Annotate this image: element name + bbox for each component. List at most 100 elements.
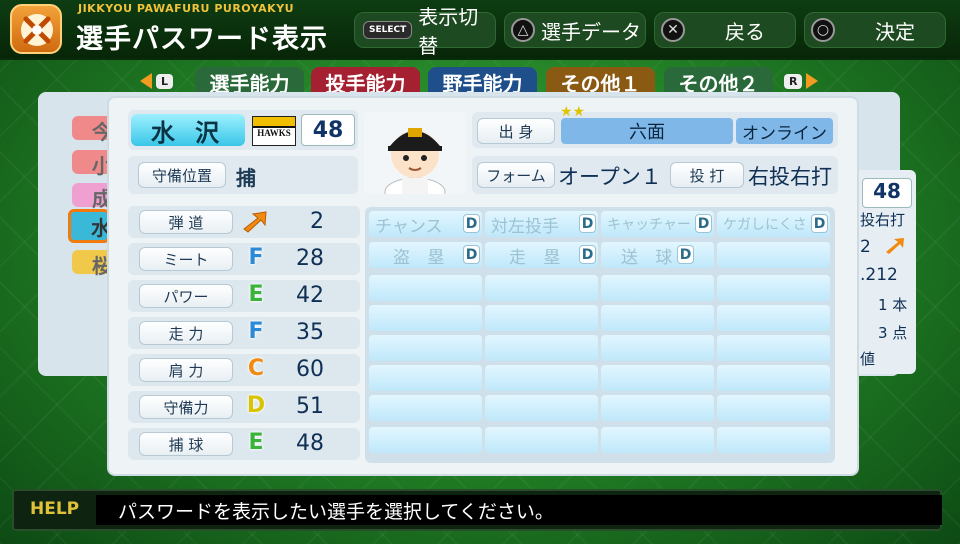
ability-cell-empty[interactable] bbox=[485, 365, 598, 391]
team-logo: HAWKS bbox=[252, 116, 296, 146]
ability-cell-empty[interactable] bbox=[717, 275, 830, 301]
stat-label: 捕 球 bbox=[139, 432, 233, 456]
ability-cell-empty[interactable] bbox=[717, 395, 830, 421]
ability-cell-empty[interactable] bbox=[601, 365, 714, 391]
help-label: HELP bbox=[30, 499, 80, 519]
summary-misc: 値 bbox=[860, 350, 876, 368]
ability-cell-empty[interactable] bbox=[485, 335, 598, 361]
select-key-icon: SELECT bbox=[363, 21, 413, 39]
stat-value: 42 bbox=[296, 283, 324, 308]
stat-row-fielding: 守備力 D 51 bbox=[128, 391, 360, 423]
toggle-display-label: 表示切替 bbox=[418, 5, 479, 58]
ability-grade: D bbox=[811, 214, 828, 233]
ability-cell-empty[interactable] bbox=[717, 305, 830, 331]
player-list-item[interactable]: 小 bbox=[72, 150, 114, 178]
team-logo-text: HAWKS bbox=[257, 128, 291, 138]
ability-label: 対左投手 bbox=[491, 216, 559, 237]
triangle-button-icon: △ bbox=[511, 18, 535, 42]
page-title: 選手パスワード表示 bbox=[76, 24, 328, 55]
stat-row-trajectory: 弾 道 2 bbox=[128, 206, 360, 238]
left-arrow-icon bbox=[140, 73, 152, 89]
ability-cell[interactable]: 盗 塁 D bbox=[369, 242, 482, 268]
ability-grade: D bbox=[463, 245, 480, 264]
back-button[interactable]: ✕ 戻る bbox=[654, 12, 796, 48]
summary-throw-bat: 投右打 bbox=[860, 211, 906, 229]
ability-label: キャッチャー bbox=[607, 217, 691, 233]
ability-cell-empty[interactable] bbox=[717, 335, 830, 361]
ability-grade: D bbox=[463, 214, 480, 233]
stat-grade: F bbox=[248, 319, 264, 344]
ability-cell-empty[interactable] bbox=[369, 335, 482, 361]
ability-cell[interactable]: 送 球 D bbox=[601, 242, 714, 268]
ability-cell-empty[interactable] bbox=[717, 427, 830, 453]
stat-grade: E bbox=[248, 282, 264, 307]
ability-cell[interactable]: 対左投手 D bbox=[485, 211, 598, 237]
ability-grade: D bbox=[579, 245, 596, 264]
stat-row-contact: ミート F 28 bbox=[128, 243, 360, 275]
player-name: 水 沢 bbox=[131, 114, 245, 147]
ability-cell-empty[interactable] bbox=[369, 365, 482, 391]
stat-row-catching: 捕 球 E 48 bbox=[128, 428, 360, 460]
circle-button-icon: ○ bbox=[811, 18, 835, 42]
ability-cell-empty[interactable] bbox=[717, 242, 830, 268]
header-subtitle: JIKKYOU PAWAFURU PUROYAKYU bbox=[78, 2, 295, 15]
ability-cell-empty[interactable] bbox=[369, 275, 482, 301]
ability-cell-empty[interactable] bbox=[369, 305, 482, 331]
right-arrow-icon bbox=[806, 73, 819, 89]
uniform-number: 48 bbox=[301, 114, 355, 146]
ability-cell-empty[interactable] bbox=[485, 275, 598, 301]
stat-grade: C bbox=[247, 356, 265, 381]
ability-cell-empty[interactable] bbox=[369, 395, 482, 421]
ability-label: チャンス bbox=[375, 216, 443, 237]
ability-label: ケガしにくさ bbox=[723, 217, 807, 233]
summary-number: 48 bbox=[862, 178, 912, 208]
special-ability-grid: チャンス D 対左投手 D キャッチャー D ケガしにくさ D 盗 塁 D 走 … bbox=[365, 207, 835, 463]
ability-cell-empty[interactable] bbox=[601, 305, 714, 331]
stat-row-power: パワー E 42 bbox=[128, 280, 360, 312]
stat-label: 肩 力 bbox=[139, 358, 233, 382]
r-key-icon: R bbox=[784, 73, 803, 89]
position-value: 捕 bbox=[236, 166, 256, 190]
birthplace-label: 出 身 bbox=[477, 118, 555, 144]
ability-cell[interactable]: 走 塁 D bbox=[485, 242, 598, 268]
stat-label: 走 力 bbox=[139, 321, 233, 345]
ability-cell-empty[interactable] bbox=[601, 395, 714, 421]
ability-grade: D bbox=[677, 245, 694, 264]
form-label: フォーム bbox=[477, 162, 555, 188]
ability-cell-empty[interactable] bbox=[717, 365, 830, 391]
confirm-label: 決定 bbox=[875, 19, 915, 44]
r-shoulder-button[interactable]: R bbox=[780, 70, 819, 92]
ability-cell-empty[interactable] bbox=[485, 427, 598, 453]
player-data-button[interactable]: △ 選手データ bbox=[504, 12, 646, 48]
l-shoulder-button[interactable]: L bbox=[140, 70, 177, 92]
player-list-item[interactable]: 今 bbox=[72, 116, 114, 144]
player-list-item[interactable]: 桜 bbox=[72, 250, 114, 278]
ability-cell[interactable]: ケガしにくさ D bbox=[717, 211, 830, 237]
ability-cell-empty[interactable] bbox=[485, 395, 598, 421]
stat-label: 弾 道 bbox=[139, 210, 233, 234]
ability-cell-empty[interactable] bbox=[485, 305, 598, 331]
player-list-item-selected[interactable]: 水 bbox=[68, 209, 111, 243]
ability-cell-empty[interactable] bbox=[601, 335, 714, 361]
birthplace-value: 六面 bbox=[561, 118, 733, 144]
summary-average: .212 bbox=[860, 265, 898, 285]
ability-cell-empty[interactable] bbox=[369, 427, 482, 453]
ability-label: 走 塁 bbox=[509, 247, 567, 268]
stat-row-arm: 肩 力 C 60 bbox=[128, 354, 360, 386]
stat-row-speed: 走 力 F 35 bbox=[128, 317, 360, 349]
player-list-item[interactable]: 成 bbox=[72, 183, 114, 211]
stat-grade: E bbox=[248, 430, 264, 455]
ability-cell-empty[interactable] bbox=[601, 275, 714, 301]
stat-value: 48 bbox=[296, 431, 324, 456]
player-portrait bbox=[364, 112, 466, 194]
toggle-display-button[interactable]: SELECT 表示切替 bbox=[354, 5, 496, 58]
ability-cell-empty[interactable] bbox=[601, 427, 714, 453]
throw-bat-label: 投 打 bbox=[670, 162, 744, 188]
confirm-button[interactable]: ○ 決定 bbox=[804, 12, 946, 48]
ability-cell[interactable]: キャッチャー D bbox=[601, 211, 714, 237]
ability-cell[interactable]: チャンス D bbox=[369, 211, 482, 237]
cross-button-icon: ✕ bbox=[661, 18, 685, 42]
stat-value: 35 bbox=[296, 320, 324, 345]
ability-label: 送 球 bbox=[621, 247, 679, 268]
position-label: 守備位置 bbox=[138, 162, 226, 188]
